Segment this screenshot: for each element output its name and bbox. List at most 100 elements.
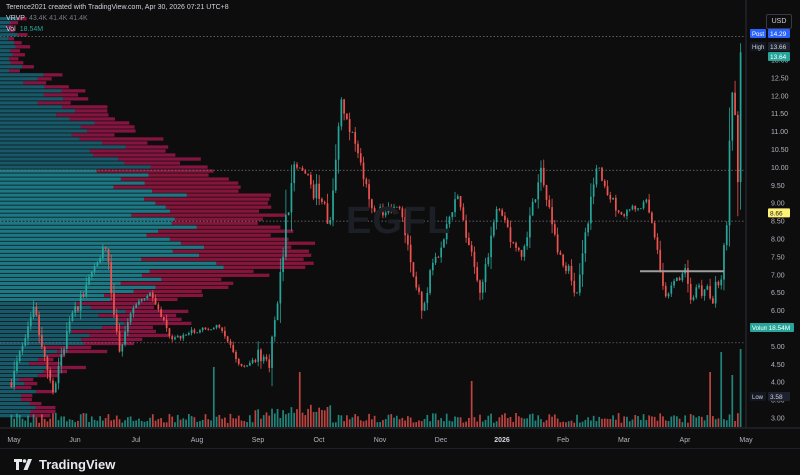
profile-bin-down <box>10 49 21 53</box>
profile-bin-up <box>0 329 72 334</box>
candle-body <box>462 207 465 221</box>
candle-body <box>329 220 332 224</box>
volume-bar <box>573 422 576 427</box>
candle <box>626 208 628 220</box>
candle <box>498 208 501 212</box>
volume-bar <box>248 415 251 427</box>
volume-bar <box>88 421 90 427</box>
volume-bar <box>384 419 387 427</box>
volume-bar <box>171 416 174 427</box>
candle <box>492 219 495 238</box>
candle <box>456 194 459 200</box>
volume-bar <box>165 422 168 427</box>
candle <box>323 200 326 205</box>
candle-body <box>601 167 603 181</box>
profile-bin-up <box>0 57 10 61</box>
candle-body <box>185 334 187 336</box>
candle <box>700 279 703 299</box>
candle-body <box>409 244 412 263</box>
volume-bar <box>407 416 409 427</box>
candle-body <box>157 304 160 310</box>
candle <box>623 213 626 218</box>
candle <box>473 246 476 274</box>
currency-button[interactable]: USD <box>766 14 792 29</box>
candle-body <box>551 207 553 225</box>
candle-body <box>523 246 526 257</box>
candle-body <box>542 167 545 186</box>
candle-body <box>182 334 185 339</box>
volume-bar <box>664 420 667 427</box>
volume-bar <box>409 417 412 427</box>
volume-bar <box>323 410 326 427</box>
profile-bin-down <box>76 301 156 306</box>
candle <box>692 295 695 302</box>
volume-bar <box>60 416 63 427</box>
profile-bin-up <box>0 301 77 306</box>
time-axis[interactable]: May Jun Jul Aug Sep Oct Nov Dec 2026 Feb Mar Apr May <box>0 427 800 444</box>
symbol-watermark: EGFL <box>346 200 452 242</box>
volume-bar <box>667 421 670 427</box>
candle <box>490 226 492 270</box>
profile-bin-up <box>0 97 64 101</box>
candle <box>620 211 623 215</box>
candle <box>260 348 262 369</box>
volume-bar <box>645 420 648 427</box>
candle <box>689 277 692 304</box>
candle <box>637 208 639 212</box>
volume-bar <box>312 411 315 427</box>
profile-bin-up <box>0 125 81 129</box>
candle <box>712 295 714 304</box>
volume-bar <box>93 419 96 427</box>
candle <box>429 268 431 296</box>
candle <box>673 278 675 289</box>
candle <box>584 227 587 262</box>
candle-body <box>451 212 454 217</box>
candle-body <box>431 262 434 271</box>
profile-bin-down <box>199 253 312 257</box>
volume-bar <box>329 405 332 427</box>
price-tick-label: 5.00 <box>771 344 785 351</box>
time-tick-label: Mar <box>618 437 631 444</box>
profile-bin-down <box>149 269 254 273</box>
candle <box>659 240 662 273</box>
candle <box>515 241 517 252</box>
volume-bar <box>484 419 487 427</box>
profile-bin-up <box>0 73 44 77</box>
candle <box>645 198 648 204</box>
volume-bar <box>728 414 731 427</box>
candle-body <box>309 174 312 185</box>
candle-body <box>700 285 703 296</box>
tradingview-logo[interactable]: TradingView <box>14 457 115 472</box>
volume-legend[interactable]: Vol 18.54M <box>6 25 43 34</box>
candle <box>576 291 578 294</box>
indicator-legend[interactable]: VRVP 43.4K 41.4K 41.4K <box>6 14 88 23</box>
profile-bin-up <box>0 337 82 342</box>
volume-bar <box>18 414 21 427</box>
volume-bar <box>412 422 415 427</box>
candle <box>720 275 723 290</box>
candle <box>609 191 612 203</box>
candle <box>537 174 540 209</box>
volume-bar <box>124 420 126 427</box>
volume-bar <box>265 412 268 427</box>
candle-body <box>168 328 171 337</box>
volume-bar <box>163 422 165 427</box>
candle-body <box>454 199 456 213</box>
profile-bin-down <box>20 397 32 402</box>
candle-body <box>140 299 143 302</box>
candle <box>656 233 659 255</box>
candle-body <box>251 359 254 363</box>
volume-bar <box>673 415 675 427</box>
candle <box>437 255 440 258</box>
candle-body <box>351 132 354 133</box>
candle <box>595 164 598 188</box>
profile-bin-up <box>0 177 121 181</box>
candle <box>237 357 240 366</box>
profile-bin-up <box>0 81 24 85</box>
time-tick-label: Feb <box>557 437 569 444</box>
candle-body <box>592 184 595 197</box>
profile-bin-up <box>0 245 205 249</box>
volume-bar <box>240 420 243 427</box>
price-label-name: Low <box>752 395 764 401</box>
candle <box>470 240 473 257</box>
